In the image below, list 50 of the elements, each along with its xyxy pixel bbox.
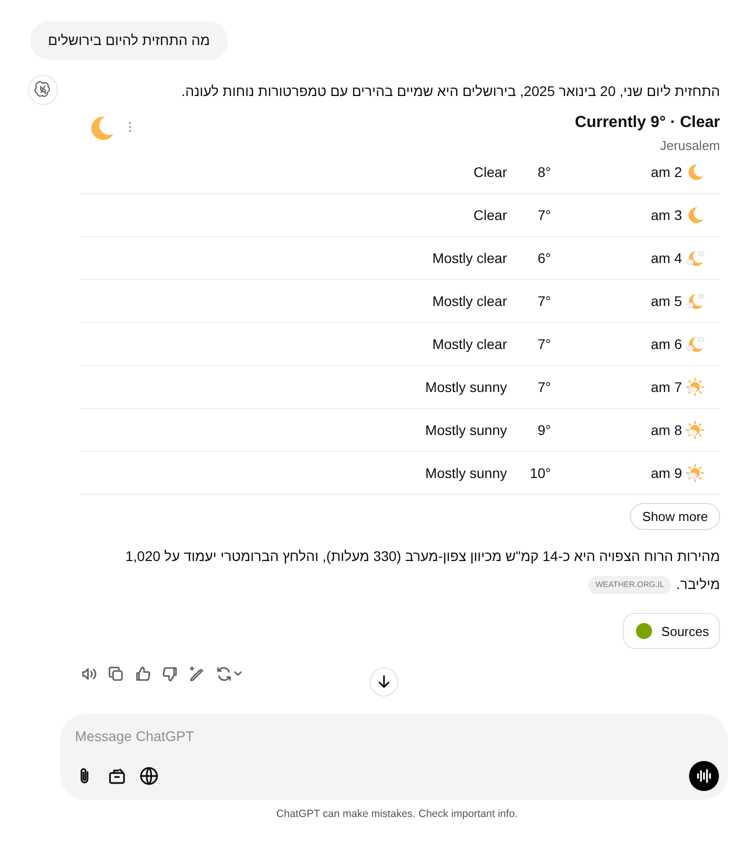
globe-icon[interactable] bbox=[139, 766, 159, 786]
hour-label: 9 am bbox=[650, 465, 682, 481]
hour-label: 7 am bbox=[650, 379, 682, 395]
sun-cloud-icon bbox=[685, 420, 705, 440]
condition-label: Mostly sunny bbox=[424, 465, 507, 481]
copy-icon[interactable] bbox=[107, 665, 125, 683]
assistant-logo-icon bbox=[28, 75, 58, 105]
sources-button[interactable]: Sources bbox=[623, 613, 720, 649]
hour-label: 4 am bbox=[650, 250, 682, 266]
condition-label: Mostly clear bbox=[431, 250, 507, 266]
user-message: מה התחזית להיום בירושלים bbox=[30, 21, 228, 60]
condition-label: Mostly clear bbox=[431, 336, 507, 352]
source-dot-icon bbox=[636, 623, 652, 639]
thumbs-up-icon[interactable] bbox=[134, 665, 152, 683]
temperature: 6° bbox=[536, 250, 551, 266]
moon-cloud-icon bbox=[685, 248, 705, 268]
temperature: 7° bbox=[536, 293, 551, 309]
condition-label: Mostly sunny bbox=[424, 379, 507, 395]
toolbox-icon[interactable] bbox=[107, 766, 127, 786]
source-chip[interactable]: WEATHER.ORG.IL bbox=[588, 576, 672, 594]
temperature: 7° bbox=[536, 336, 551, 352]
sun-cloud-icon bbox=[685, 463, 705, 483]
message-input[interactable]: Message ChatGPT bbox=[75, 728, 719, 744]
show-more-button[interactable]: Show more bbox=[630, 503, 720, 530]
temperature: 9° bbox=[536, 422, 551, 438]
sun-cloud-icon bbox=[685, 377, 705, 397]
disclaimer-text: ChatGPT can make mistakes. Check important info. bbox=[275, 808, 519, 820]
edit-sparkle-icon[interactable] bbox=[188, 665, 206, 683]
condition-label: Clear bbox=[472, 207, 507, 223]
hour-label: 5 am bbox=[650, 293, 682, 309]
condition-label: Mostly sunny bbox=[424, 422, 507, 438]
more-options-icon[interactable] bbox=[128, 121, 132, 133]
voice-button[interactable] bbox=[689, 761, 719, 791]
current-weather: Currently 9° · Clear bbox=[574, 113, 720, 133]
location-label: Jerusalem bbox=[659, 138, 720, 153]
hour-label: 6 am bbox=[650, 336, 682, 352]
moon-cloud-icon bbox=[685, 334, 705, 354]
thumbs-down-icon[interactable] bbox=[161, 665, 179, 683]
hour-label: 3 am bbox=[650, 207, 682, 223]
hour-label: 8 am bbox=[650, 422, 682, 438]
condition-label: Mostly clear bbox=[431, 293, 507, 309]
scroll-down-button[interactable] bbox=[369, 667, 399, 697]
temperature: 10° bbox=[528, 465, 551, 481]
intro-paragraph: התחזית ליום שני, 20 בינואר 2025, בירושלים היא שמיים בהירים עם טמפרטורות נוחות לעונה. bbox=[180, 82, 720, 101]
temperature: 7° bbox=[536, 379, 551, 395]
moon-cloud-icon bbox=[685, 291, 705, 311]
temperature: 7° bbox=[536, 207, 551, 223]
condition-label: Clear bbox=[472, 164, 507, 180]
temperature: 8° bbox=[536, 164, 551, 180]
hour-label: 2 am bbox=[650, 164, 682, 180]
